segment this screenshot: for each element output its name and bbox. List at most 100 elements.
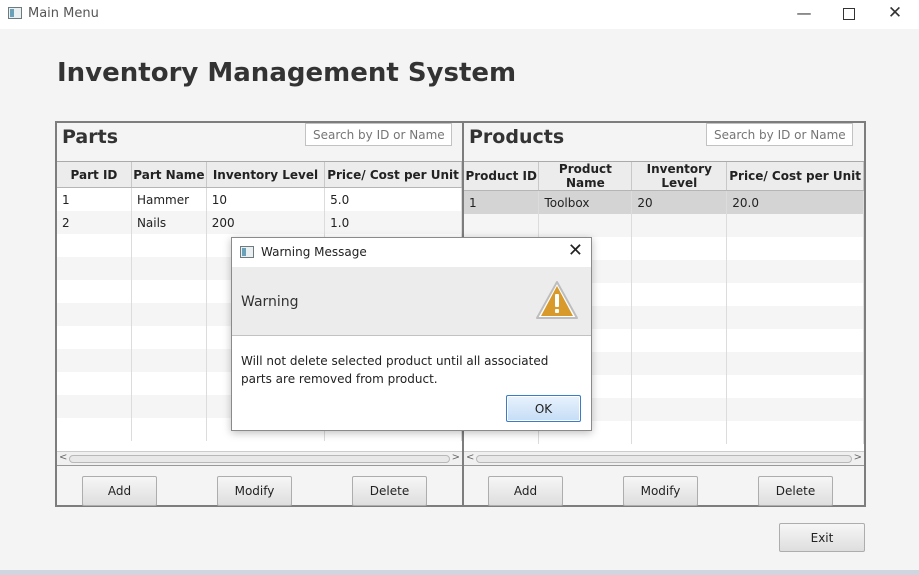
- minimize-button[interactable]: —: [781, 0, 827, 29]
- exit-button[interactable]: Exit: [779, 523, 865, 552]
- delete-part-button[interactable]: Delete: [352, 476, 427, 506]
- parts-horizontal-scrollbar[interactable]: < >: [57, 451, 462, 465]
- table-cell: [131, 326, 207, 349]
- maximize-button[interactable]: [826, 0, 872, 29]
- table-cell: [631, 237, 728, 260]
- table-cell: Toolbox: [538, 190, 633, 214]
- scroll-right-icon[interactable]: >: [452, 452, 460, 464]
- dialog-message: Will not delete selected product until a…: [241, 354, 549, 386]
- table-cell: 200: [206, 211, 326, 234]
- table-cell: Hammer: [131, 187, 207, 211]
- table-row[interactable]: 1 Toolbox 20 20.0: [464, 190, 864, 214]
- table-cell: [631, 421, 728, 444]
- table-cell: [726, 398, 864, 421]
- close-window-button[interactable]: ✕: [872, 0, 918, 29]
- products-button-bar: Add Modify Delete: [464, 465, 864, 506]
- column-header[interactable]: Product ID: [464, 162, 540, 191]
- table-cell: [57, 418, 132, 441]
- dialog-header: Warning: [232, 267, 591, 336]
- table-cell: [631, 306, 728, 329]
- table-cell: [631, 352, 728, 375]
- table-cell: [57, 326, 132, 349]
- dialog-app-icon: [240, 246, 254, 258]
- table-cell: [57, 303, 132, 326]
- table-cell: [57, 280, 132, 303]
- modify-part-button[interactable]: Modify: [217, 476, 292, 506]
- table-cell: [131, 349, 207, 372]
- scroll-right-icon[interactable]: >: [854, 452, 862, 464]
- scroll-left-icon[interactable]: <: [466, 452, 474, 464]
- taskbar-edge: [0, 570, 919, 575]
- table-cell: 1: [57, 187, 132, 211]
- column-header[interactable]: Product Name: [538, 162, 633, 191]
- dialog-header-text: Warning: [241, 294, 299, 310]
- table-cell: [726, 329, 864, 352]
- table-cell: Nails: [131, 211, 207, 234]
- table-cell: [131, 257, 207, 280]
- ok-button[interactable]: OK: [506, 395, 581, 422]
- table-cell: [631, 260, 728, 283]
- column-header[interactable]: Price/ Cost per Unit: [324, 162, 462, 188]
- window-title: Main Menu: [28, 6, 99, 21]
- table-cell: [131, 418, 207, 441]
- products-horizontal-scrollbar[interactable]: < >: [464, 451, 864, 465]
- table-cell: [631, 375, 728, 398]
- maximize-icon: [843, 7, 855, 20]
- table-cell: [726, 375, 864, 398]
- column-header[interactable]: Part Name: [131, 162, 207, 188]
- table-cell: [538, 214, 633, 237]
- warning-dialog: Warning Message ✕ Warning Will not delet…: [231, 237, 592, 431]
- table-cell: 5.0: [324, 187, 462, 211]
- table-cell: [57, 349, 132, 372]
- column-header[interactable]: Inventory Level: [631, 162, 728, 191]
- warning-icon: [536, 281, 578, 319]
- modify-product-button[interactable]: Modify: [623, 476, 698, 506]
- table-cell: [131, 280, 207, 303]
- column-header[interactable]: Inventory Level: [206, 162, 326, 188]
- table-cell: [57, 257, 132, 280]
- table-cell: [131, 395, 207, 418]
- scroll-left-icon[interactable]: <: [59, 452, 67, 464]
- table-cell: 10: [206, 187, 326, 211]
- table-cell: 20: [631, 190, 728, 214]
- column-header[interactable]: Price/ Cost per Unit: [726, 162, 864, 191]
- table-cell: [131, 372, 207, 395]
- table-cell: [57, 395, 132, 418]
- table-cell: 2: [57, 211, 132, 234]
- table-cell: [631, 214, 728, 237]
- add-part-button[interactable]: Add: [82, 476, 157, 506]
- table-cell: [131, 234, 207, 257]
- table-cell: [57, 372, 132, 395]
- table-cell: [464, 214, 540, 237]
- parts-button-bar: Add Modify Delete: [57, 465, 462, 506]
- table-cell: [726, 260, 864, 283]
- delete-product-button[interactable]: Delete: [758, 476, 833, 506]
- add-product-button[interactable]: Add: [488, 476, 563, 506]
- app-icon: [8, 7, 22, 19]
- table-cell: [631, 329, 728, 352]
- dialog-close-button[interactable]: ✕: [568, 240, 583, 261]
- empty-table-row[interactable]: [464, 214, 864, 237]
- title-bar: Main Menu — ✕: [0, 0, 919, 29]
- table-cell: [631, 283, 728, 306]
- parts-search-input[interactable]: [305, 123, 452, 146]
- table-cell: [726, 421, 864, 444]
- table-row[interactable]: 1 Hammer 10 5.0: [57, 187, 462, 211]
- table-cell: 1: [464, 190, 540, 214]
- table-cell: [57, 234, 132, 257]
- scroll-thumb[interactable]: [476, 455, 852, 463]
- column-header[interactable]: Part ID: [57, 162, 132, 188]
- table-cell: [726, 352, 864, 375]
- table-cell: [726, 214, 864, 237]
- table-row[interactable]: 2 Nails 200 1.0: [57, 211, 462, 234]
- parts-title: Parts: [62, 126, 118, 148]
- page-title: Inventory Management System: [57, 58, 517, 88]
- table-cell: [131, 303, 207, 326]
- table-cell: 20.0: [726, 190, 864, 214]
- products-search-input[interactable]: [706, 123, 853, 146]
- table-cell: [726, 306, 864, 329]
- table-cell: 1.0: [324, 211, 462, 234]
- table-cell: [631, 398, 728, 421]
- dialog-title: Warning Message: [261, 245, 367, 259]
- scroll-thumb[interactable]: [69, 455, 450, 463]
